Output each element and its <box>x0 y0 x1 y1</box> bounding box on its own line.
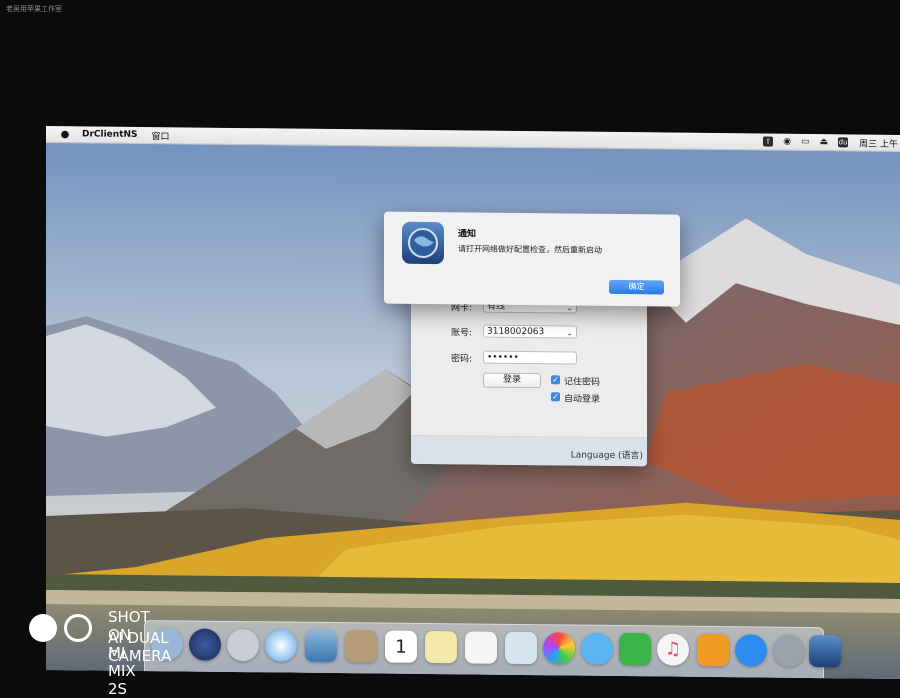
drclient-dock-icon[interactable] <box>809 634 841 668</box>
launchpad-icon[interactable] <box>227 628 259 662</box>
password-label: 密码: <box>451 354 473 365</box>
camera-watermark-line2: AI DUAL CAMERA <box>108 629 172 665</box>
account-row: 账号: 3118002063 ⌄ <box>411 324 647 339</box>
auto-login-checkbox[interactable]: ✓ <box>551 392 560 402</box>
drclient-app-icon <box>402 221 444 265</box>
nvidia-icon[interactable]: ◉ <box>783 137 791 147</box>
dock: 1 ♫ <box>144 620 841 679</box>
maps-icon[interactable] <box>505 631 537 665</box>
ok-button[interactable]: 确定 <box>609 279 664 295</box>
login-footer: Language (语言) <box>411 434 647 467</box>
input-source-icon[interactable]: du <box>838 137 849 148</box>
remember-password-label: 记住密码 <box>564 377 601 388</box>
calendar-day: 1 <box>395 636 407 658</box>
remember-password-checkbox[interactable]: ✓ <box>551 375 560 385</box>
app-menu[interactable]: DrClientNS <box>82 129 138 140</box>
account-combobox[interactable]: 3118002063 ⌄ <box>483 324 577 339</box>
calendar-icon[interactable]: 1 <box>385 630 417 663</box>
menu-window[interactable]: 窗口 <box>152 129 170 142</box>
status-menus: ⇧ ◉ ▭ ⏏ du 周三 上午 <box>758 133 900 150</box>
status-app-icon[interactable]: ⇧ <box>763 136 774 147</box>
login-button[interactable]: 登录 <box>483 372 541 389</box>
facetime-icon[interactable] <box>619 633 651 666</box>
safari-icon[interactable] <box>265 629 297 662</box>
dialog-message: 请打开网络做好配置检查，然后重新启动 <box>458 244 602 255</box>
system-preferences-icon[interactable] <box>773 634 805 667</box>
notification-dialog: 通知 请打开网络做好配置检查，然后重新启动 确定 <box>384 211 680 307</box>
contacts-icon[interactable] <box>345 630 377 663</box>
password-field[interactable]: •••••• <box>483 350 577 365</box>
top-watermark: 老吴用苹果工作室 <box>6 5 62 13</box>
account-value: 3118002063 <box>487 326 545 338</box>
notes-icon[interactable] <box>425 630 457 664</box>
app-store-icon[interactable] <box>735 634 767 667</box>
messages-icon[interactable] <box>581 632 613 665</box>
photos-icon[interactable] <box>543 632 575 665</box>
mail-icon[interactable] <box>305 629 337 663</box>
camera-logo-solid-dot <box>29 614 57 642</box>
camera-logo-ring <box>64 614 92 642</box>
password-row: 密码: •••••• <box>411 350 647 365</box>
mac-screen: ● DrClientNS 窗口 ⇧ ◉ ▭ ⏏ du 周三 上午 网卡: 有线 … <box>46 126 900 679</box>
chevron-down-icon: ⌄ <box>566 328 573 338</box>
apple-menu-icon[interactable]: ● <box>60 129 70 140</box>
account-label: 账号: <box>451 328 473 339</box>
siri-icon[interactable] <box>189 628 221 661</box>
ibooks-icon[interactable] <box>697 633 729 667</box>
language-selector[interactable]: Language (语言) <box>571 447 643 461</box>
dialog-title: 通知 <box>458 229 477 240</box>
itunes-icon[interactable]: ♫ <box>657 633 689 666</box>
display-mirroring-icon[interactable]: ▭ <box>801 137 810 147</box>
password-value: •••••• <box>487 352 519 363</box>
reminders-icon[interactable] <box>465 631 497 664</box>
eject-icon[interactable]: ⏏ <box>820 137 829 147</box>
menubar-clock[interactable]: 周三 上午 <box>859 136 898 149</box>
drclient-login-window: 网卡: 有线 ⌄ 账号: 3118002063 ⌄ 密码: •••••• 登录 … <box>411 289 647 467</box>
auto-login-label: 自动登录 <box>564 394 601 405</box>
